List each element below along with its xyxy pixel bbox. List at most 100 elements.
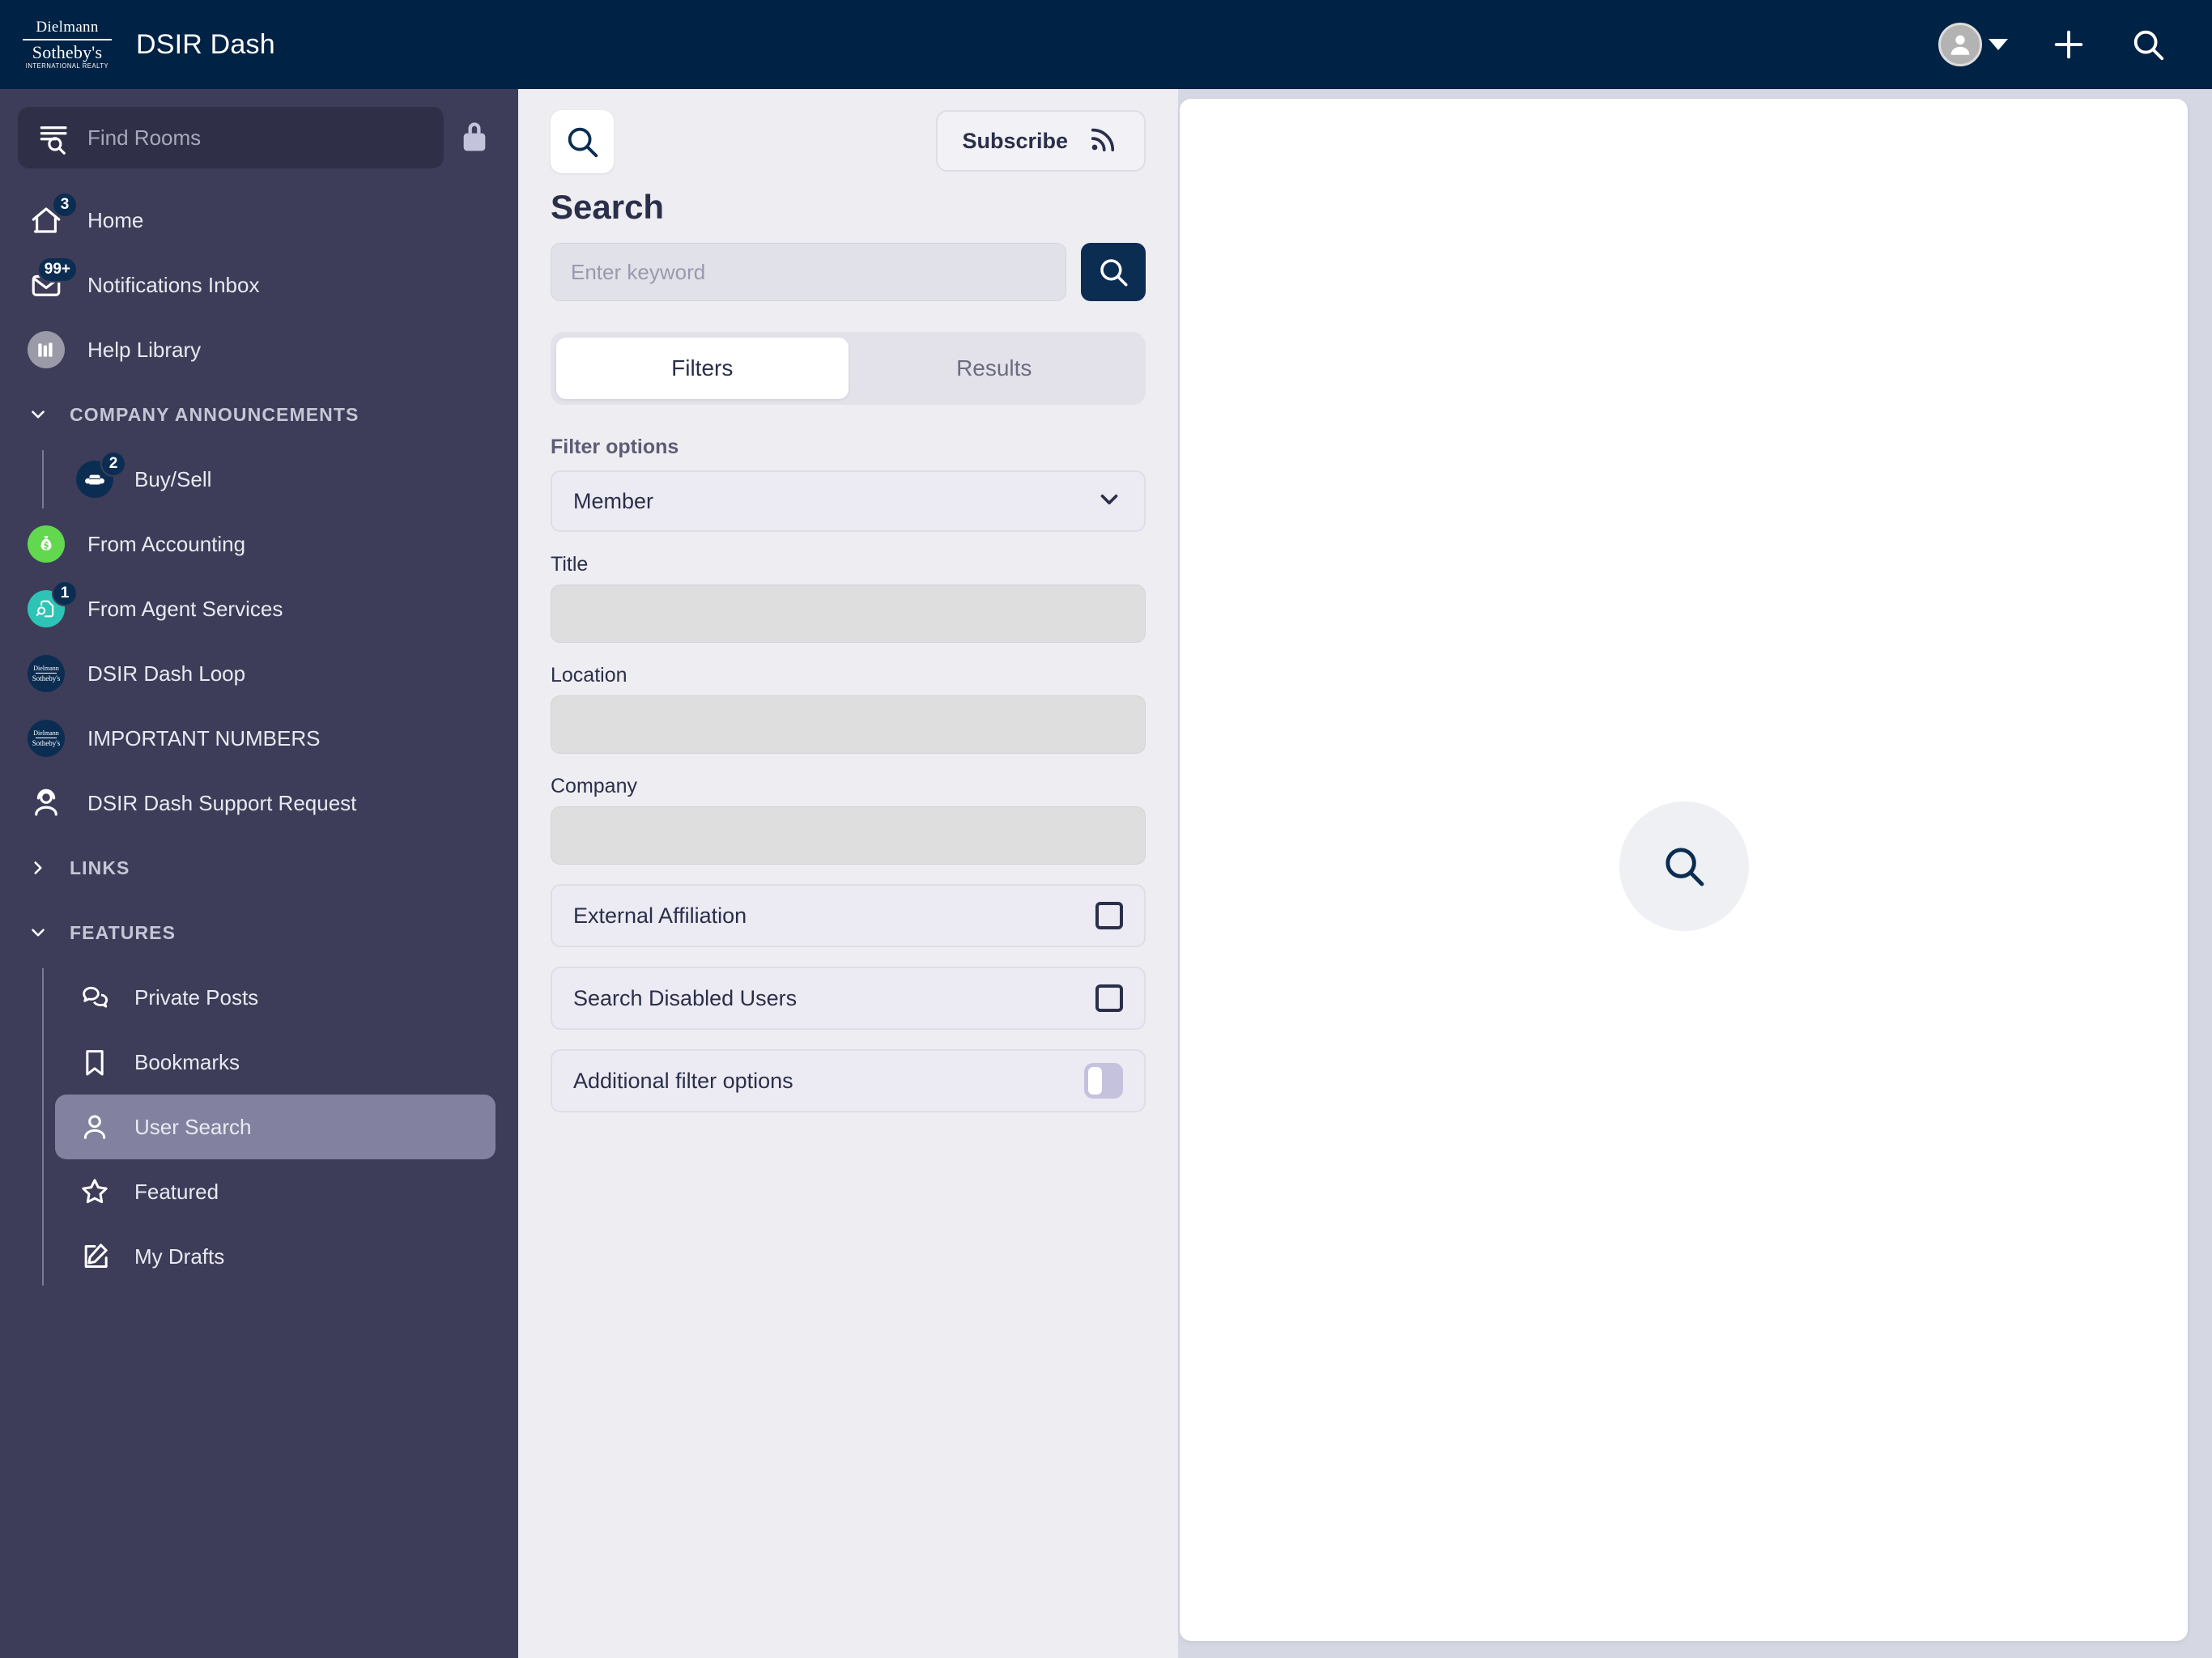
brand-logo-line3: INTERNATIONAL REALTY <box>25 62 109 70</box>
search-input[interactable] <box>551 243 1066 301</box>
sidebar-item-bookmarks[interactable]: Bookmarks <box>55 1030 518 1095</box>
badge-buy-sell: 2 <box>100 451 126 477</box>
sidebar: Find Rooms 3 Home 99+ Notifications Inbo… <box>0 89 518 1658</box>
title-field-label: Title <box>551 553 589 576</box>
find-rooms-placeholder: Find Rooms <box>87 125 202 150</box>
find-rooms-input[interactable]: Find Rooms <box>18 107 444 168</box>
toggle-knob <box>1088 1067 1102 1095</box>
search-disabled-users-checkbox[interactable] <box>1095 984 1123 1012</box>
sidebar-item-label: Home <box>87 207 144 232</box>
sidebar-item-label: Notifications Inbox <box>87 272 260 297</box>
sidebar-item-from-accounting[interactable]: From Accounting <box>0 512 518 576</box>
chevron-down-icon <box>28 922 49 943</box>
title-field[interactable] <box>551 585 1146 643</box>
envelope-icon: 99+ <box>28 257 78 304</box>
find-rooms-row: Find Rooms <box>0 89 518 188</box>
sidebar-nav: 3 Home 99+ Notifications Inbox Help Libr… <box>0 188 518 1321</box>
additional-filter-options-label: Additional filter options <box>573 1068 793 1093</box>
chevron-down-icon <box>1989 39 2008 50</box>
external-affiliation-row[interactable]: External Affiliation <box>551 884 1146 947</box>
rss-icon <box>1086 122 1120 160</box>
sidebar-item-private-posts[interactable]: Private Posts <box>55 965 518 1030</box>
chevron-down-icon <box>1095 486 1123 517</box>
sidebar-item-home[interactable]: 3 Home <box>0 188 518 253</box>
additional-filter-options-toggle[interactable] <box>1084 1063 1123 1099</box>
armchair-icon: 2 <box>76 451 126 498</box>
bookmark-icon <box>76 1044 113 1081</box>
star-icon <box>76 1173 113 1210</box>
chevron-down-icon <box>28 404 49 425</box>
subscribe-label: Subscribe <box>962 128 1068 153</box>
badge-agent-services: 1 <box>52 580 78 606</box>
person-icon <box>76 1108 113 1146</box>
brand-logo: Dielmann Sotheby's INTERNATIONAL REALTY <box>23 19 112 70</box>
sothebys-logo-icon: Dielmann Sotheby's <box>28 720 65 757</box>
search-tile-icon[interactable] <box>551 110 614 173</box>
money-bag-icon <box>28 525 65 563</box>
search-icon[interactable] <box>2129 26 2167 63</box>
additional-filter-options-row[interactable]: Additional filter options <box>551 1049 1146 1112</box>
search-panel: Subscribe Search Filters Results Filter … <box>518 89 1178 1658</box>
headset-person-icon <box>28 784 65 822</box>
sidebar-item-label: Featured <box>134 1179 219 1204</box>
badge-home: 3 <box>52 192 78 218</box>
sidebar-group-label: COMPANY ANNOUNCEMENTS <box>70 403 359 425</box>
search-panel-header: Subscribe <box>551 110 1146 173</box>
sidebar-group-links[interactable]: LINKS <box>0 835 518 900</box>
brand-logo-divider <box>23 38 112 40</box>
lock-icon[interactable] <box>458 118 491 158</box>
sidebar-item-dsir-dash-support-request[interactable]: DSIR Dash Support Request <box>0 771 518 835</box>
badge-notifications: 99+ <box>36 257 78 283</box>
sidebar-item-featured[interactable]: Featured <box>55 1159 518 1224</box>
rooms-search-icon <box>40 126 67 155</box>
sidebar-group-company-announcements[interactable]: COMPANY ANNOUNCEMENTS <box>0 382 518 447</box>
avatar <box>1938 23 1982 66</box>
external-affiliation-checkbox[interactable] <box>1095 902 1123 929</box>
search-disabled-users-row[interactable]: Search Disabled Users <box>551 967 1146 1030</box>
location-field[interactable] <box>551 695 1146 754</box>
sidebar-item-label: DSIR Dash Support Request <box>87 790 357 815</box>
sidebar-item-buy-sell[interactable]: 2 Buy/Sell <box>55 447 518 512</box>
company-field[interactable] <box>551 806 1146 865</box>
plus-icon[interactable] <box>2050 26 2087 63</box>
subscribe-button[interactable]: Subscribe <box>936 110 1146 172</box>
empty-state-placeholder <box>1619 801 1749 931</box>
sidebar-item-dsir-dash-loop[interactable]: Dielmann Sotheby's DSIR Dash Loop <box>0 641 518 706</box>
sidebar-group-features[interactable]: FEATURES <box>0 900 518 965</box>
sidebar-item-label: Private Posts <box>134 984 259 1010</box>
search-disabled-users-label: Search Disabled Users <box>573 985 798 1010</box>
sidebar-subnav-features: Private Posts Bookmarks User Search Feat… <box>0 965 518 1289</box>
filter-options-label: Filter options <box>551 436 679 458</box>
sidebar-item-important-numbers[interactable]: Dielmann Sotheby's IMPORTANT NUMBERS <box>0 706 518 771</box>
sidebar-item-user-search[interactable]: User Search <box>55 1095 496 1159</box>
document-search-icon: 1 <box>28 580 78 627</box>
chat-bubbles-icon <box>76 979 113 1016</box>
sidebar-item-label: Bookmarks <box>134 1049 240 1074</box>
page-title: Search <box>551 188 665 226</box>
search-tabs: Filters Results <box>551 332 1146 405</box>
sidebar-item-help-library[interactable]: Help Library <box>0 317 518 382</box>
header-actions <box>1938 23 2212 66</box>
tab-results[interactable]: Results <box>849 338 1141 399</box>
sidebar-item-from-agent-services[interactable]: 1 From Agent Services <box>0 576 518 641</box>
sidebar-group-label: FEATURES <box>70 921 177 943</box>
search-submit-button[interactable] <box>1081 243 1146 301</box>
pencil-square-icon <box>76 1238 113 1275</box>
app-header: Dielmann Sotheby's INTERNATIONAL REALTY … <box>0 0 2212 89</box>
sidebar-item-label: IMPORTANT NUMBERS <box>87 725 321 750</box>
tab-filters[interactable]: Filters <box>556 338 849 399</box>
sidebar-item-label: User Search <box>134 1114 252 1139</box>
content-card <box>1180 99 2188 1641</box>
sidebar-item-label: Help Library <box>87 337 202 362</box>
books-icon <box>28 331 65 368</box>
sidebar-item-notifications-inbox[interactable]: 99+ Notifications Inbox <box>0 253 518 317</box>
brand-logo-line1: Dielmann <box>36 18 99 36</box>
sidebar-item-my-drafts[interactable]: My Drafts <box>55 1224 518 1289</box>
home-icon: 3 <box>28 192 78 239</box>
brand-logo-line2: Sotheby's <box>32 41 103 62</box>
user-menu-button[interactable] <box>1938 23 2008 66</box>
sidebar-item-label: From Accounting <box>87 531 246 556</box>
member-type-select[interactable]: Member <box>551 470 1146 532</box>
sidebar-item-label: From Agent Services <box>87 596 283 621</box>
app-title: DSIR Dash <box>136 28 275 60</box>
